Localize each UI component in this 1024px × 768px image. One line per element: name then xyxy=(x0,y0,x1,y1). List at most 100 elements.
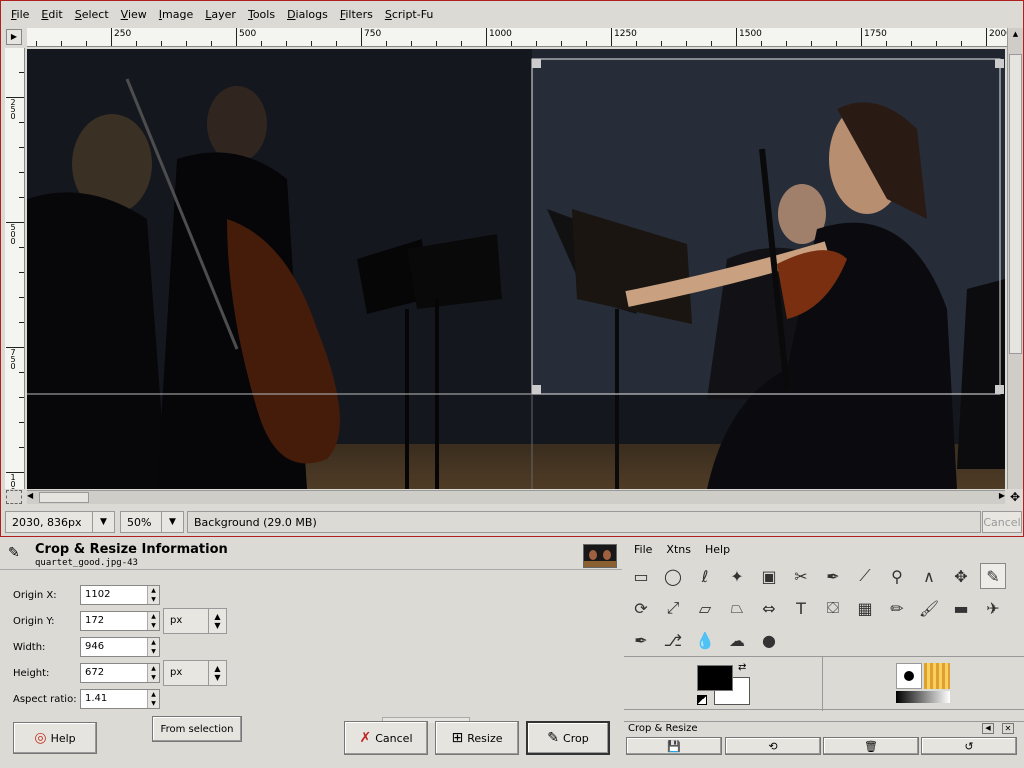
ruler-label: 500 xyxy=(10,223,16,246)
swap-colors-icon[interactable]: ⇄ xyxy=(738,662,746,673)
toolbox-menu-file[interactable]: File xyxy=(634,543,652,556)
origin-y-input[interactable]: 172 ▲ ▼ xyxy=(80,611,160,631)
aspect-ratio-input[interactable]: 1.41 ▲ ▼ xyxy=(80,689,160,709)
menu-file[interactable]: File xyxy=(5,8,35,21)
status-cancel-button[interactable]: Cancel xyxy=(982,511,1022,533)
help-button[interactable]: ◎ Help xyxy=(13,722,97,754)
unit-dropdown[interactable]: ▼ xyxy=(92,512,114,532)
tool-move-icon[interactable]: ✥ xyxy=(948,563,974,589)
scroll-up-arrow-icon[interactable]: ▲ xyxy=(1010,30,1021,41)
menu-arrow-button[interactable]: ▶ xyxy=(6,29,22,45)
tool-fuzzy-select-icon[interactable]: ✦ xyxy=(724,563,750,589)
color-area: ⇄ xyxy=(624,656,1024,711)
crop-resize-dialog: ✎ Crop & Resize Information quartet_good… xyxy=(0,539,622,768)
crop-button-label: Crop xyxy=(563,731,589,745)
menu-dialogs[interactable]: Dialogs xyxy=(281,8,334,21)
tool-shear-icon[interactable]: ▱ xyxy=(692,595,718,621)
menu-layer[interactable]: Layer xyxy=(199,8,242,21)
ruler-tick xyxy=(361,28,362,46)
from-selection-button[interactable]: From selection xyxy=(152,716,242,742)
gradient-preview[interactable] xyxy=(896,691,950,703)
image-canvas[interactable] xyxy=(27,49,1005,489)
tab-menu-icon[interactable]: ◀ xyxy=(982,723,994,734)
tool-clone-icon[interactable]: ⎇ xyxy=(660,627,686,653)
menu-edit[interactable]: Edit xyxy=(35,8,68,21)
quick-mask-toggle-icon[interactable] xyxy=(6,490,22,504)
delete-options-button[interactable]: 🗑 xyxy=(823,737,919,755)
tool-eraser-icon[interactable]: ▬ xyxy=(948,595,974,621)
tool-rect-select-icon[interactable]: ▭ xyxy=(628,563,654,589)
resize-button[interactable]: ⊞ Resize xyxy=(435,721,519,755)
menu-script-fu[interactable]: Script-Fu xyxy=(379,8,440,21)
crop-button[interactable]: ✎ Crop xyxy=(526,721,610,755)
menu-view[interactable]: View xyxy=(115,8,153,21)
tool-airbrush-icon[interactable]: ✈ xyxy=(980,595,1006,621)
cancel-button[interactable]: ✗ Cancel xyxy=(344,721,428,755)
resize-icon: ⊞ xyxy=(451,730,464,746)
tool-perspective-icon[interactable]: ⏢ xyxy=(724,595,750,621)
close-tab-icon[interactable]: ✕ xyxy=(1002,723,1014,734)
size-unit-select[interactable]: px ▲ ▼ xyxy=(163,660,227,686)
restore-options-button[interactable]: ⟲ xyxy=(725,737,821,755)
scroll-right-arrow-icon[interactable]: ▶ xyxy=(999,491,1005,500)
menu-image[interactable]: Image xyxy=(153,8,199,21)
pattern-preview[interactable] xyxy=(924,663,950,689)
brush-preview[interactable] xyxy=(896,663,922,689)
zoom-combo[interactable]: 50% ▼ xyxy=(120,511,184,533)
vertical-scrollbar[interactable]: ▲ xyxy=(1007,28,1023,489)
ruler-label: 250 xyxy=(10,98,16,121)
tool-bucket-fill-icon[interactable]: ⛋ xyxy=(820,595,846,621)
default-colors-icon[interactable] xyxy=(697,695,707,705)
tool-color-select-icon[interactable]: ▣ xyxy=(756,563,782,589)
tool-scissors-icon[interactable]: ✂ xyxy=(788,563,814,589)
tool-free-select-icon[interactable]: ℓ xyxy=(692,563,718,589)
origin-x-input[interactable]: 1102 ▲ ▼ xyxy=(80,585,160,605)
ruler-tick xyxy=(19,122,24,123)
tool-paintbrush-icon[interactable]: 🖌 xyxy=(916,595,942,621)
horizontal-scroll-thumb[interactable] xyxy=(39,492,89,503)
toolbox-menu-help[interactable]: Help xyxy=(705,543,730,556)
ruler-tick xyxy=(861,28,862,46)
height-input[interactable]: 672 ▲ ▼ xyxy=(80,663,160,683)
tool-ink-icon[interactable]: ✒ xyxy=(628,627,654,653)
tool-scale-icon[interactable]: ⤢ xyxy=(660,595,686,621)
reset-options-button[interactable]: ↺ xyxy=(921,737,1017,755)
zoom-dropdown[interactable]: ▼ xyxy=(161,512,183,532)
ruler-tick xyxy=(886,41,887,46)
ruler-tick xyxy=(561,41,562,46)
toolbox-menubar: File Xtns Help xyxy=(634,543,730,556)
ruler-label: 2000 xyxy=(989,29,1007,39)
tool-color-picker-icon[interactable]: ⟋ xyxy=(852,563,878,589)
save-options-button[interactable]: 💾 xyxy=(626,737,722,755)
ruler-tick xyxy=(611,28,612,46)
navigate-icon[interactable]: ✥ xyxy=(1007,490,1023,504)
ruler-tick xyxy=(661,41,662,46)
tool-pencil-icon[interactable]: ✏ xyxy=(884,595,910,621)
tool-flip-icon[interactable]: ⇔ xyxy=(756,595,782,621)
origin-unit-select[interactable]: px ▲ ▼ xyxy=(163,608,227,634)
tool-dodge-burn-icon[interactable]: ● xyxy=(756,627,782,653)
ruler-tick xyxy=(19,247,24,248)
cancel-x-icon: ✗ xyxy=(359,730,372,746)
tool-ellipse-select-icon[interactable]: ◯ xyxy=(660,563,686,589)
tool-crop-icon[interactable]: ✎ xyxy=(980,563,1006,589)
vertical-scroll-thumb[interactable] xyxy=(1009,54,1022,354)
tool-blend-icon[interactable]: ▦ xyxy=(852,595,878,621)
menu-filters[interactable]: Filters xyxy=(334,8,379,21)
ruler-tick xyxy=(19,372,24,373)
tool-zoom-icon[interactable]: ⚲ xyxy=(884,563,910,589)
tool-transform-icon[interactable]: ⟳ xyxy=(628,595,654,621)
ruler-tick xyxy=(936,41,937,46)
foreground-color-swatch[interactable] xyxy=(697,665,733,691)
toolbox-menu-xtns[interactable]: Xtns xyxy=(666,543,691,556)
scroll-left-arrow-icon[interactable]: ◀ xyxy=(27,491,33,500)
width-input[interactable]: 946 ▲ ▼ xyxy=(80,637,160,657)
tool-paths-icon[interactable]: ✒ xyxy=(820,563,846,589)
tool-text-icon[interactable]: T xyxy=(788,595,814,621)
menu-tools[interactable]: Tools xyxy=(242,8,281,21)
horizontal-scrollbar[interactable]: ◀ ▶ xyxy=(27,490,1005,504)
menu-select[interactable]: Select xyxy=(69,8,115,21)
tool-smudge-icon[interactable]: ☁ xyxy=(724,627,750,653)
tool-convolve-icon[interactable]: 💧 xyxy=(692,627,718,653)
tool-measure-icon[interactable]: ∧ xyxy=(916,563,942,589)
